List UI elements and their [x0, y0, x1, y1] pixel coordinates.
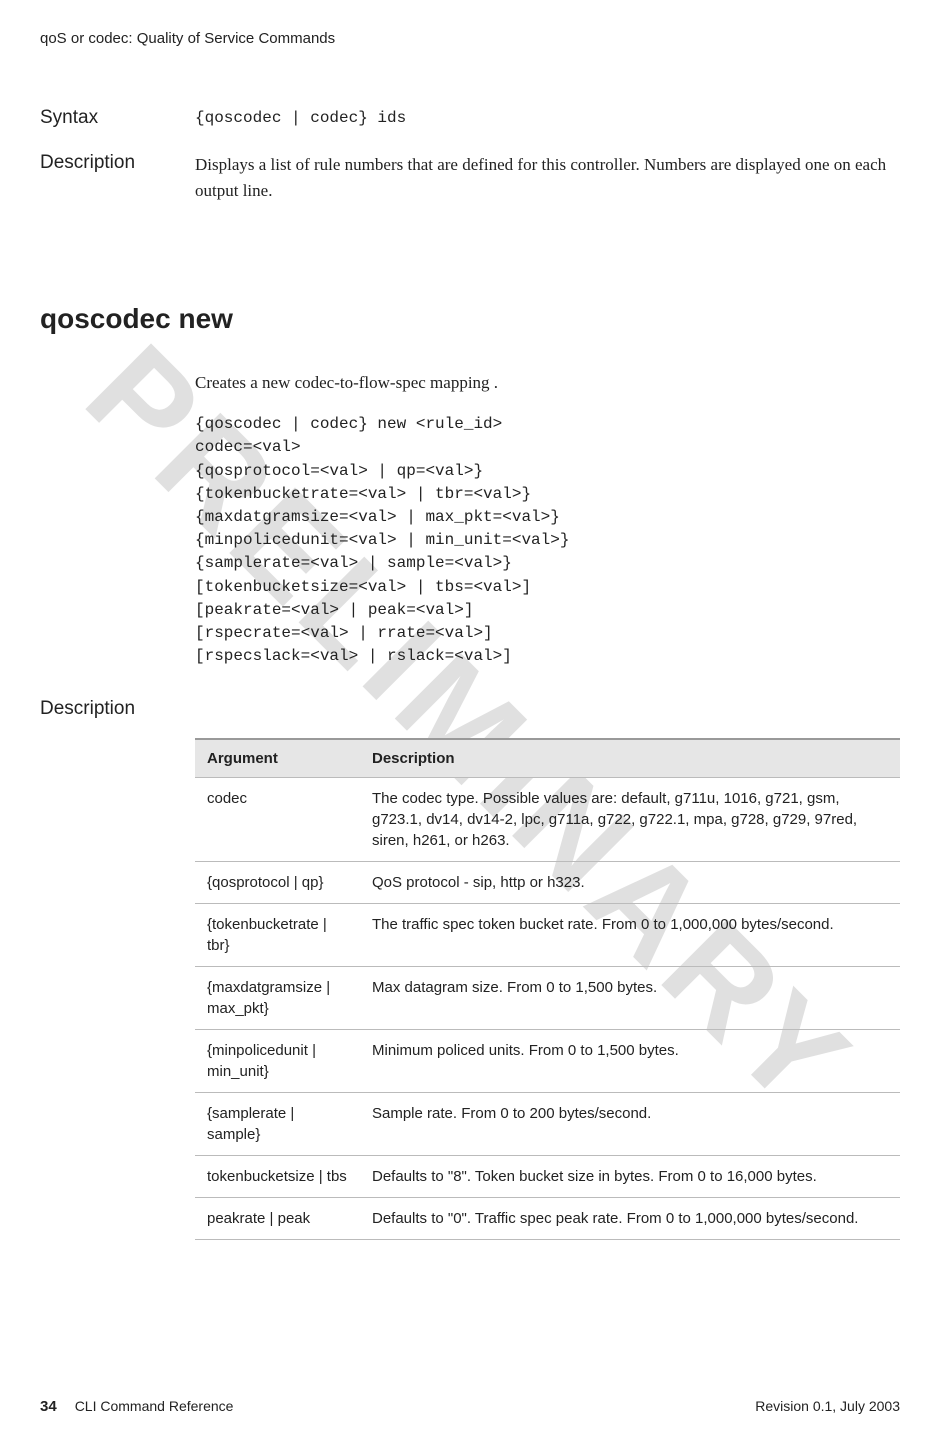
- argument-cell: {maxdatgramsize | max_pkt}: [195, 967, 360, 1030]
- table-row: {samplerate | sample}Sample rate. From 0…: [195, 1093, 900, 1156]
- argument-cell: {samplerate | sample}: [195, 1093, 360, 1156]
- page-number: 34: [40, 1398, 57, 1415]
- description-cell: The codec type. Possible values are: def…: [360, 778, 900, 862]
- table-row: {minpolicedunit | min_unit}Minimum polic…: [195, 1030, 900, 1093]
- description-cell: QoS protocol - sip, http or h323.: [360, 862, 900, 904]
- table-row: peakrate | peakDefaults to "0". Traffic …: [195, 1198, 900, 1240]
- description-cell: Defaults to "8". Token bucket size in by…: [360, 1156, 900, 1198]
- table-row: codecThe codec type. Possible values are…: [195, 778, 900, 862]
- description-cell: Minimum policed units. From 0 to 1,500 b…: [360, 1030, 900, 1093]
- argument-cell: {minpolicedunit | min_unit}: [195, 1030, 360, 1093]
- argument-cell: peakrate | peak: [195, 1198, 360, 1240]
- description-cell: Sample rate. From 0 to 200 bytes/second.: [360, 1093, 900, 1156]
- table-row: tokenbucketsize | tbsDefaults to "8". To…: [195, 1156, 900, 1198]
- table-row: {maxdatgramsize | max_pkt}Max datagram s…: [195, 967, 900, 1030]
- table-header-description: Description: [360, 739, 900, 778]
- doc-title: CLI Command Reference: [75, 1398, 234, 1414]
- description-label: Description: [40, 152, 195, 203]
- page-footer: 34 CLI Command Reference Revision 0.1, J…: [40, 1398, 900, 1415]
- description2-label: Description: [40, 698, 900, 720]
- description-cell: Defaults to "0". Traffic spec peak rate.…: [360, 1198, 900, 1240]
- table-header-argument: Argument: [195, 739, 360, 778]
- description-cell: Max datagram size. From 0 to 1,500 bytes…: [360, 967, 900, 1030]
- revision-text: Revision 0.1, July 2003: [755, 1398, 900, 1415]
- argument-cell: tokenbucketsize | tbs: [195, 1156, 360, 1198]
- argument-cell: {qosprotocol | qp}: [195, 862, 360, 904]
- table-row: {tokenbucketrate | tbr}The traffic spec …: [195, 904, 900, 967]
- command-syntax-block: {qoscodec | codec} new <rule_id> codec=<…: [195, 413, 900, 668]
- description-cell: The traffic spec token bucket rate. From…: [360, 904, 900, 967]
- argument-cell: codec: [195, 778, 360, 862]
- command-heading: qoscodec new: [40, 303, 900, 335]
- page-header: qoS or codec: Quality of Service Command…: [40, 30, 900, 47]
- description-text: Displays a list of rule numbers that are…: [195, 152, 900, 203]
- syntax-label: Syntax: [40, 107, 195, 130]
- arguments-table: Argument Description codecThe codec type…: [195, 738, 900, 1240]
- syntax-code: {qoscodec | codec} ids: [195, 107, 900, 130]
- argument-cell: {tokenbucketrate | tbr}: [195, 904, 360, 967]
- command-intro: Creates a new codec-to-flow-spec mapping…: [195, 373, 900, 393]
- table-row: {qosprotocol | qp}QoS protocol - sip, ht…: [195, 862, 900, 904]
